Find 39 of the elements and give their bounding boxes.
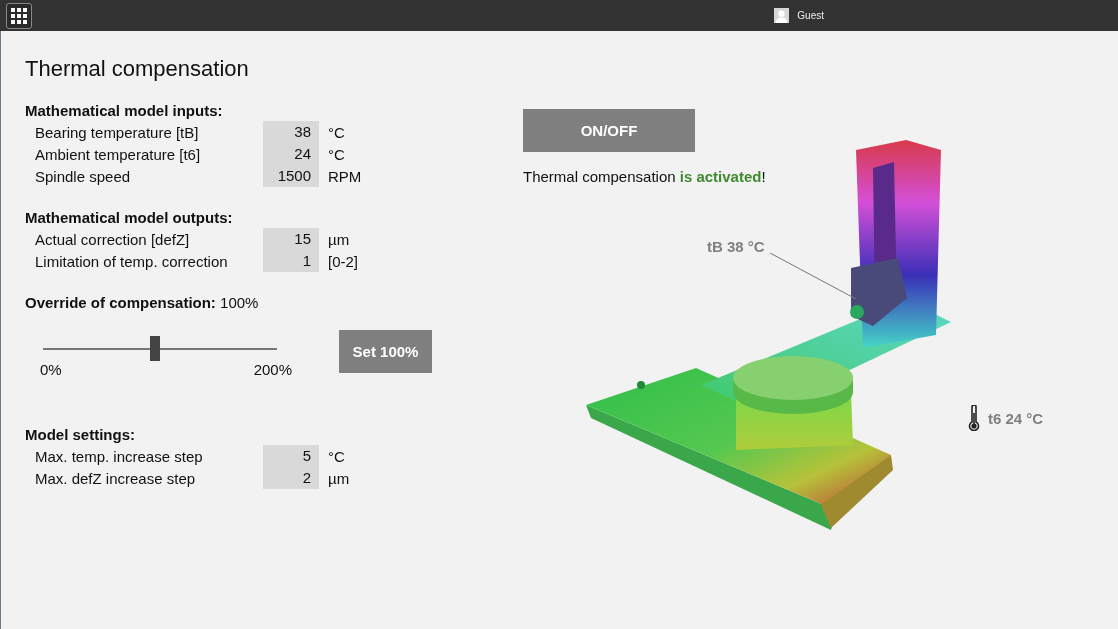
slider-thumb[interactable] — [150, 336, 161, 361]
parameter-label: Bearing temperature [tB] — [34, 123, 200, 141]
user-avatar-icon — [774, 8, 790, 23]
app-grid-icon[interactable] — [6, 2, 32, 29]
value-cell: 2 — [263, 467, 319, 489]
set-100-button[interactable]: Set 100% — [339, 330, 432, 373]
sensor-temperature-label: t6 24 °C — [988, 409, 1044, 427]
value-cell: 24 — [263, 143, 319, 165]
on-off-button[interactable]: ON/OFF — [523, 109, 695, 152]
section-heading: Model settings: — [25, 425, 136, 445]
section-heading: Mathematical model inputs: — [25, 101, 224, 121]
unit-label: µm — [327, 469, 350, 487]
slider-max-label: 200% — [253, 361, 292, 378]
unit-label: °C — [327, 123, 345, 141]
parameter-label: Max. temp. increase step — [34, 447, 204, 465]
page-title: Thermal compensation — [25, 56, 250, 82]
thermometer-icon — [968, 405, 980, 431]
sensor-temperature-label: tB 38 °C — [707, 238, 765, 255]
value-cell: 1 — [263, 250, 319, 272]
user-name: Guest — [797, 10, 824, 21]
section-heading: Mathematical model outputs: — [25, 208, 234, 228]
status-message: Thermal compensation is activated! — [523, 168, 766, 185]
parameter-label: Limitation of temp. correction — [34, 252, 229, 270]
parameter-label: Spindle speed — [34, 167, 132, 185]
unit-label: RPM — [327, 167, 362, 185]
unit-label: °C — [327, 447, 345, 465]
slider-min-label: 0% — [40, 361, 62, 378]
parameter-label: Max. defZ increase step — [34, 469, 197, 487]
unit-label: µm — [327, 230, 350, 248]
unit-label: [0-2] — [327, 252, 358, 270]
value-cell: 1500 — [263, 165, 319, 187]
override-slider[interactable] — [43, 336, 277, 361]
unit-label: °C — [327, 145, 345, 163]
value-cell: 15 — [263, 228, 319, 250]
value-cell: 5 — [263, 445, 319, 467]
value-cell: 38 — [263, 121, 319, 143]
parameter-label: Ambient temperature [t6] — [34, 145, 202, 163]
parameter-label: Actual correction [defZ] — [34, 230, 191, 248]
override-heading: Override of compensation: 100% — [25, 293, 260, 313]
